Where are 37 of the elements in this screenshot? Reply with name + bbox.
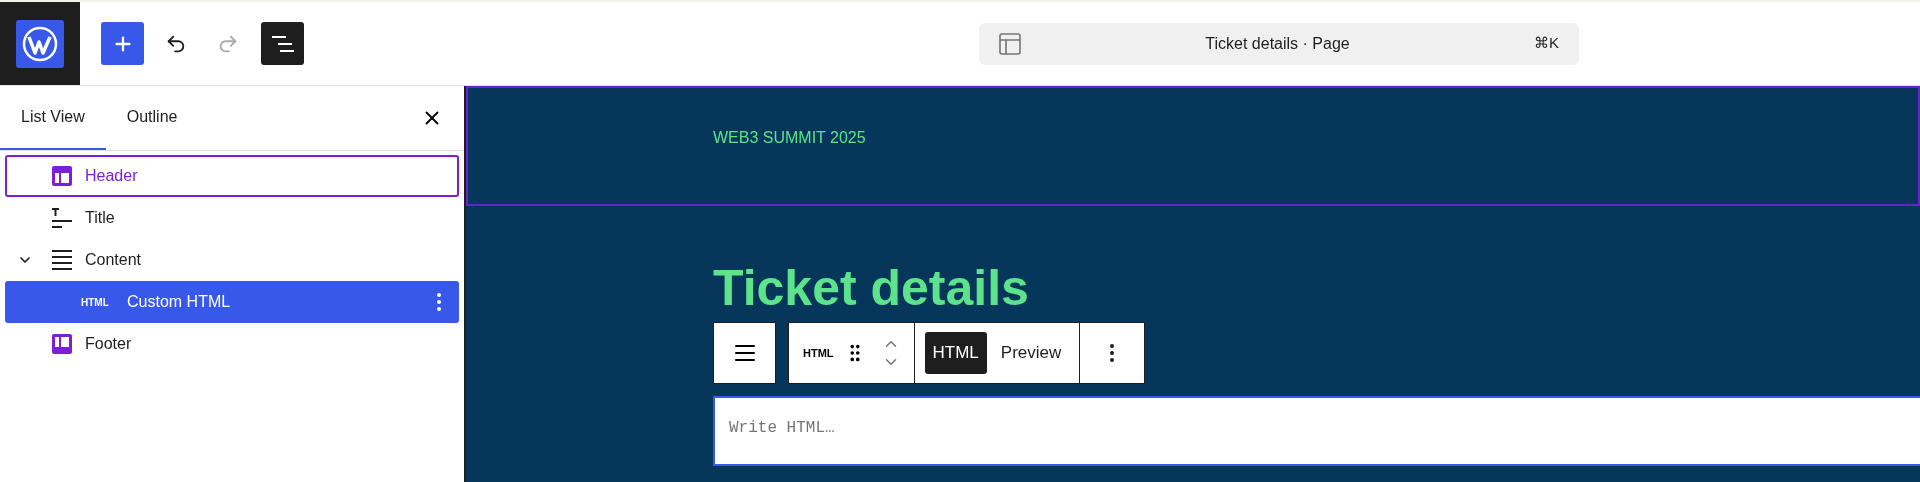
site-title: WEB3 SUMMIT 2025 [713,129,866,146]
panel-tab[interactable]: Outline [105,86,199,150]
shortcut-hint: ⌘K [1534,33,1559,54]
item-label: Title [85,208,116,228]
mode-tab[interactable]: Preview [992,332,1070,374]
title-icon [51,207,73,229]
list-view-button[interactable] [261,22,304,65]
mode-tab[interactable]: HTML [924,332,987,374]
page-title: Ticket details [713,260,1030,316]
list-view-item[interactable]: Footer [5,323,459,365]
item-label: Footer [85,334,133,354]
site-header[interactable]: WEB3 SUMMIT 2025 [466,86,1920,206]
header-layout-icon [51,165,73,187]
list-view-item[interactable]: Content [5,239,459,281]
item-label: Custom HTML [127,292,232,312]
document-title: Ticket details · Page [1204,33,1351,54]
wordpress-logo-icon [16,19,64,68]
html-code-field[interactable]: Write HTML… [713,396,1920,466]
panel-tab[interactable]: List View [0,86,106,150]
list-view-item[interactable]: Header [5,155,459,197]
more-options-icon[interactable] [437,293,441,311]
html-label: HTML [81,295,110,310]
more-options-icon [1110,344,1115,362]
block-type-button[interactable] [713,322,776,384]
html-label: HTML [803,345,834,361]
html-code-input[interactable]: Write HTML… [715,408,1920,448]
add-block-button[interactable] [101,22,144,65]
page-layout-icon [999,32,1021,55]
footer-layout-icon [51,333,73,355]
command-bar[interactable]: Ticket details · Page ⌘K [979,22,1579,65]
list-view-item[interactable]: Title [5,197,459,239]
logo-tile[interactable] [0,2,80,85]
list-view-item[interactable]: HTML Custom HTML [5,281,459,323]
list-view-icon [269,33,296,54]
item-label: Header [85,166,139,186]
item-label: Content [85,250,143,270]
paragraph-lines-icon [51,249,73,271]
